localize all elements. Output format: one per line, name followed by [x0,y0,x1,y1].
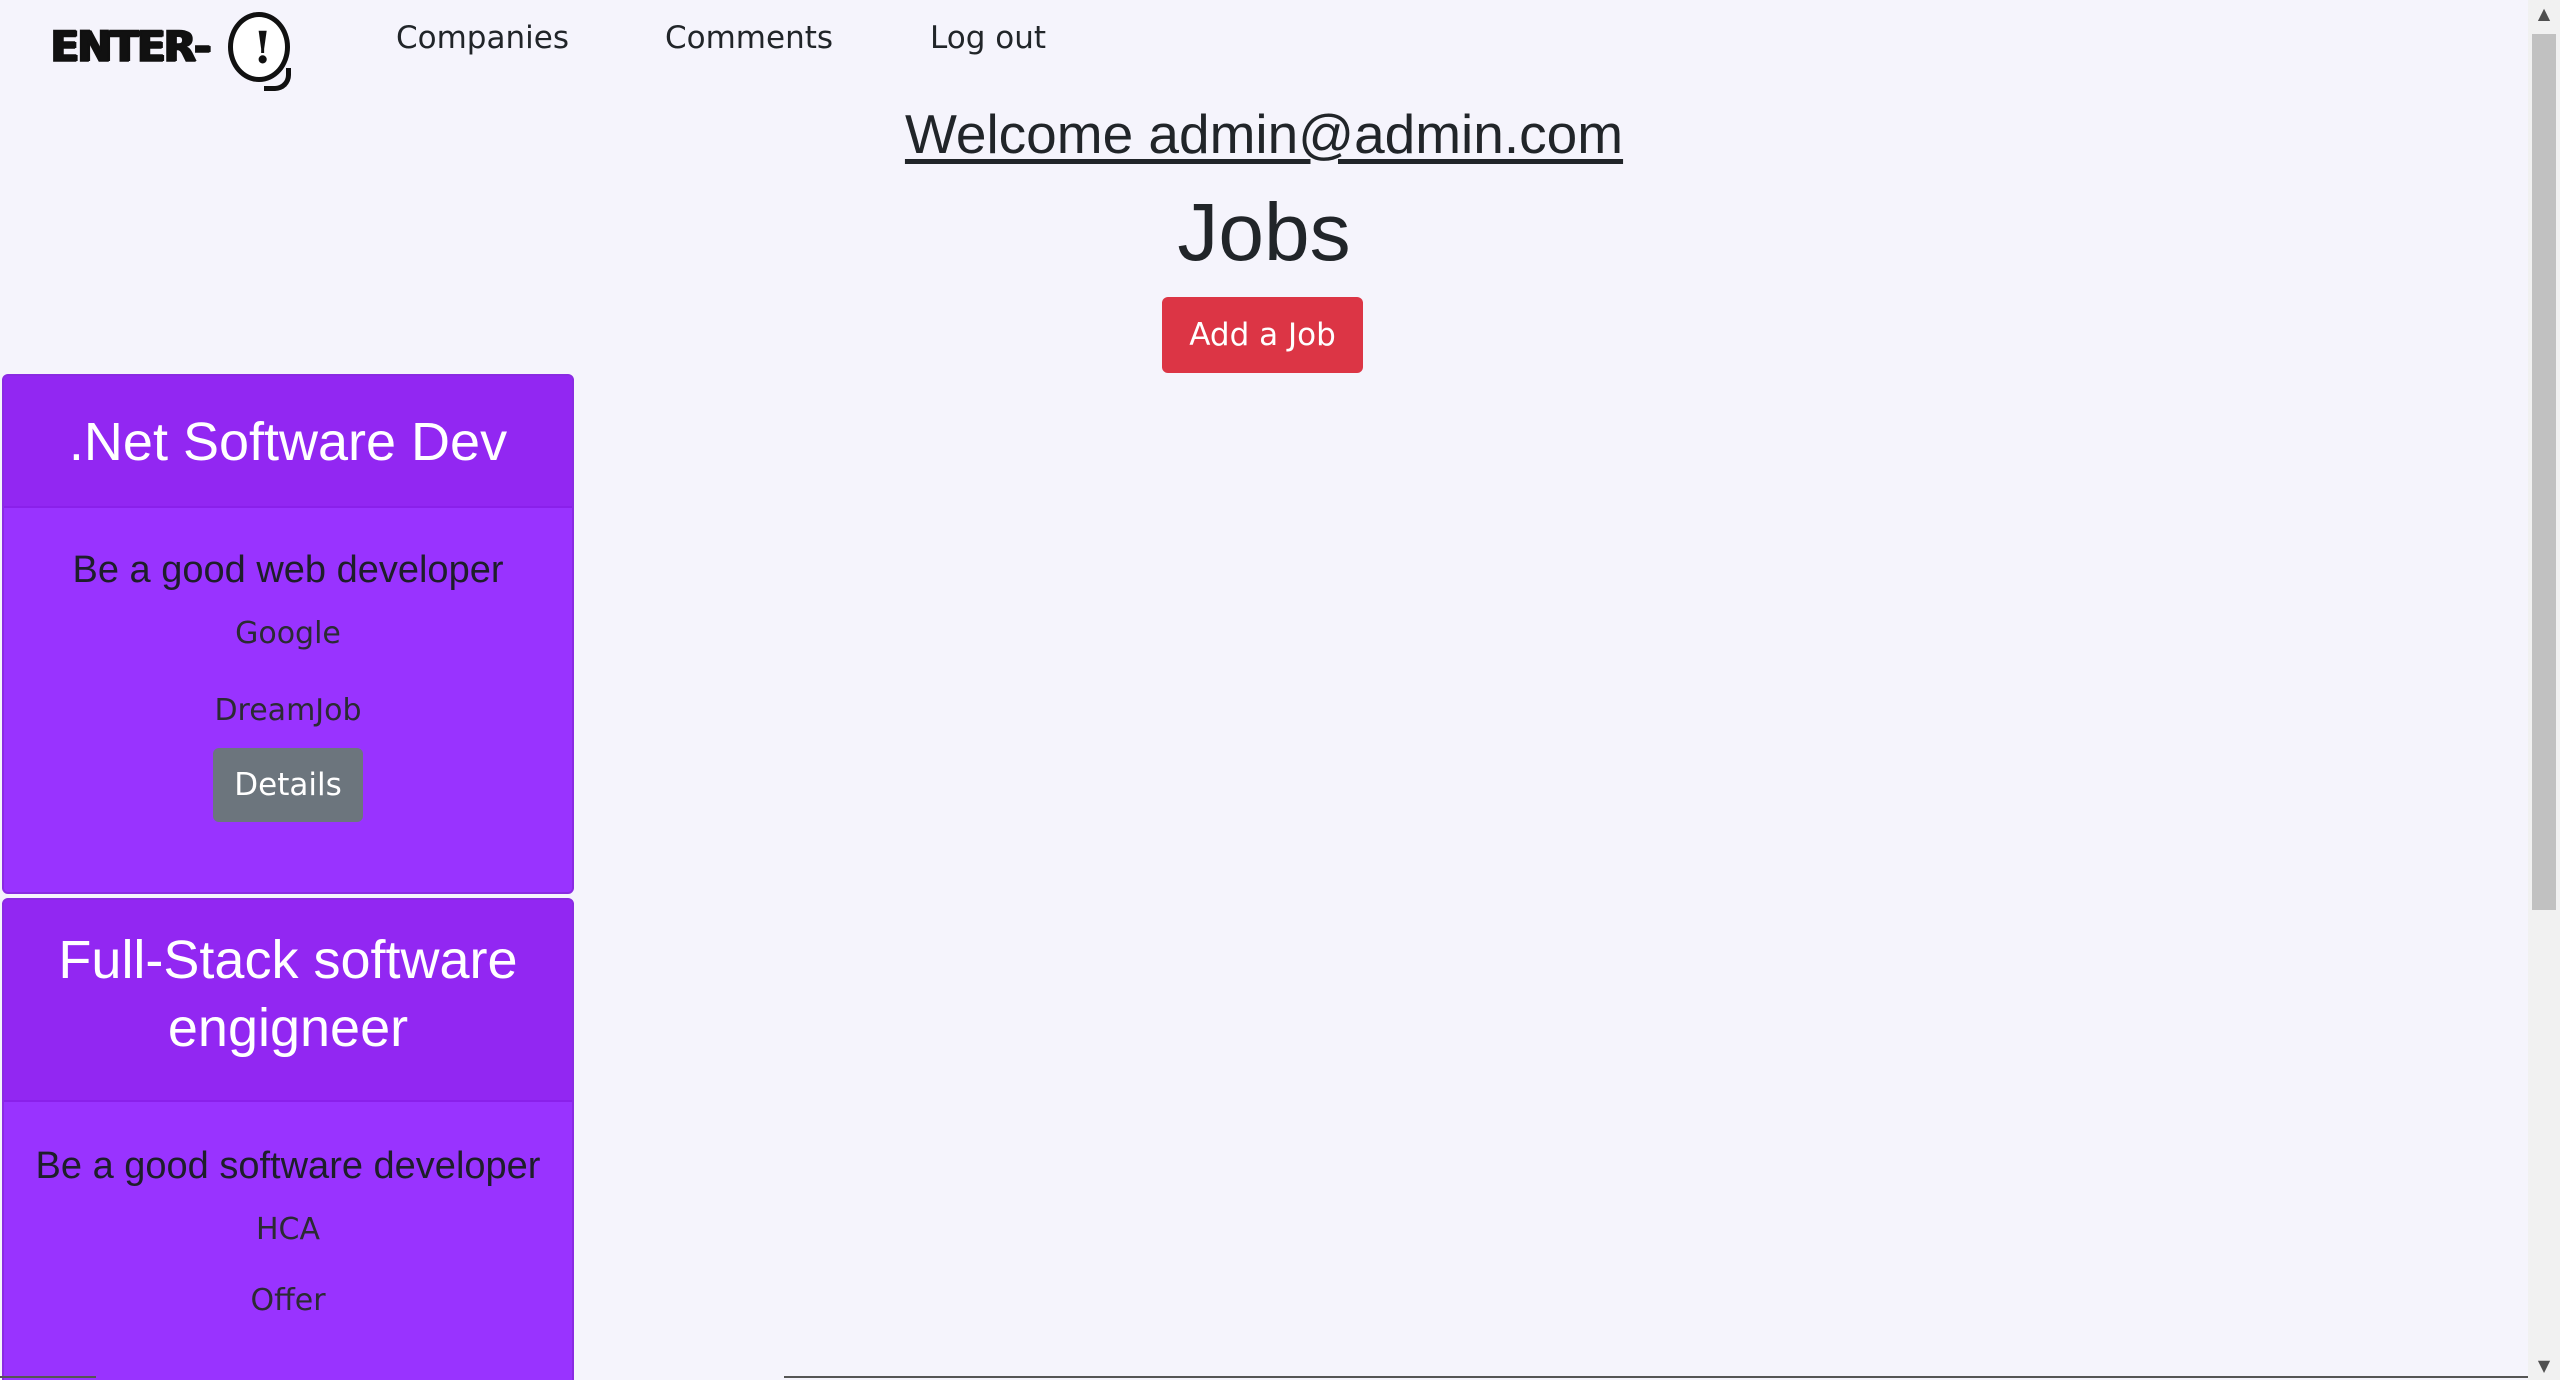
nav-link-companies[interactable]: Companies [396,20,569,56]
vertical-scrollbar[interactable]: ▲ ▼ [2528,0,2560,1380]
welcome-message: Welcome admin@admin.com [904,103,1624,165]
job-card-title: Full-Stack software engigneer [4,900,572,1102]
scrollbar-thumb[interactable] [2532,34,2556,910]
navbar: ENTER- ! Companies Comments Log out [0,0,2528,91]
divider [0,1376,96,1378]
job-company: HCA [255,1212,321,1247]
logo-text: ENTER- [49,21,211,72]
speech-bubble-icon: ! [228,12,291,91]
exclamation-icon: ! [253,23,273,74]
enterq-logo[interactable]: ENTER- ! [49,12,296,91]
nav-link-logout[interactable]: Log out [930,20,1046,56]
page: ENTER- ! Companies Comments Log out Welc… [0,0,2528,1380]
job-card-body: Be a good web developer Google DreamJob … [4,546,572,822]
divider [784,1376,2528,1378]
job-card: Full-Stack software engigneer Be a good … [2,898,574,1380]
page-title: Jobs [1177,187,1351,278]
job-description: Be a good software developer [35,1145,541,1187]
job-card-title: .Net Software Dev [4,376,572,508]
nav-link-comments[interactable]: Comments [665,20,833,56]
details-button[interactable]: Details [213,748,363,822]
add-job-button[interactable]: Add a Job [1162,297,1363,373]
scroll-up-arrow-icon[interactable]: ▲ [2528,0,2560,28]
scroll-down-arrow-icon[interactable]: ▼ [2528,1352,2560,1380]
job-card: .Net Software Dev Be a good web develope… [2,374,574,894]
job-card-body: Be a good software developer HCA Offer [4,1142,572,1318]
job-company: Google [235,616,341,651]
job-category: Offer [250,1283,326,1318]
job-description: Be a good web developer [72,549,504,591]
job-category: DreamJob [214,693,362,728]
